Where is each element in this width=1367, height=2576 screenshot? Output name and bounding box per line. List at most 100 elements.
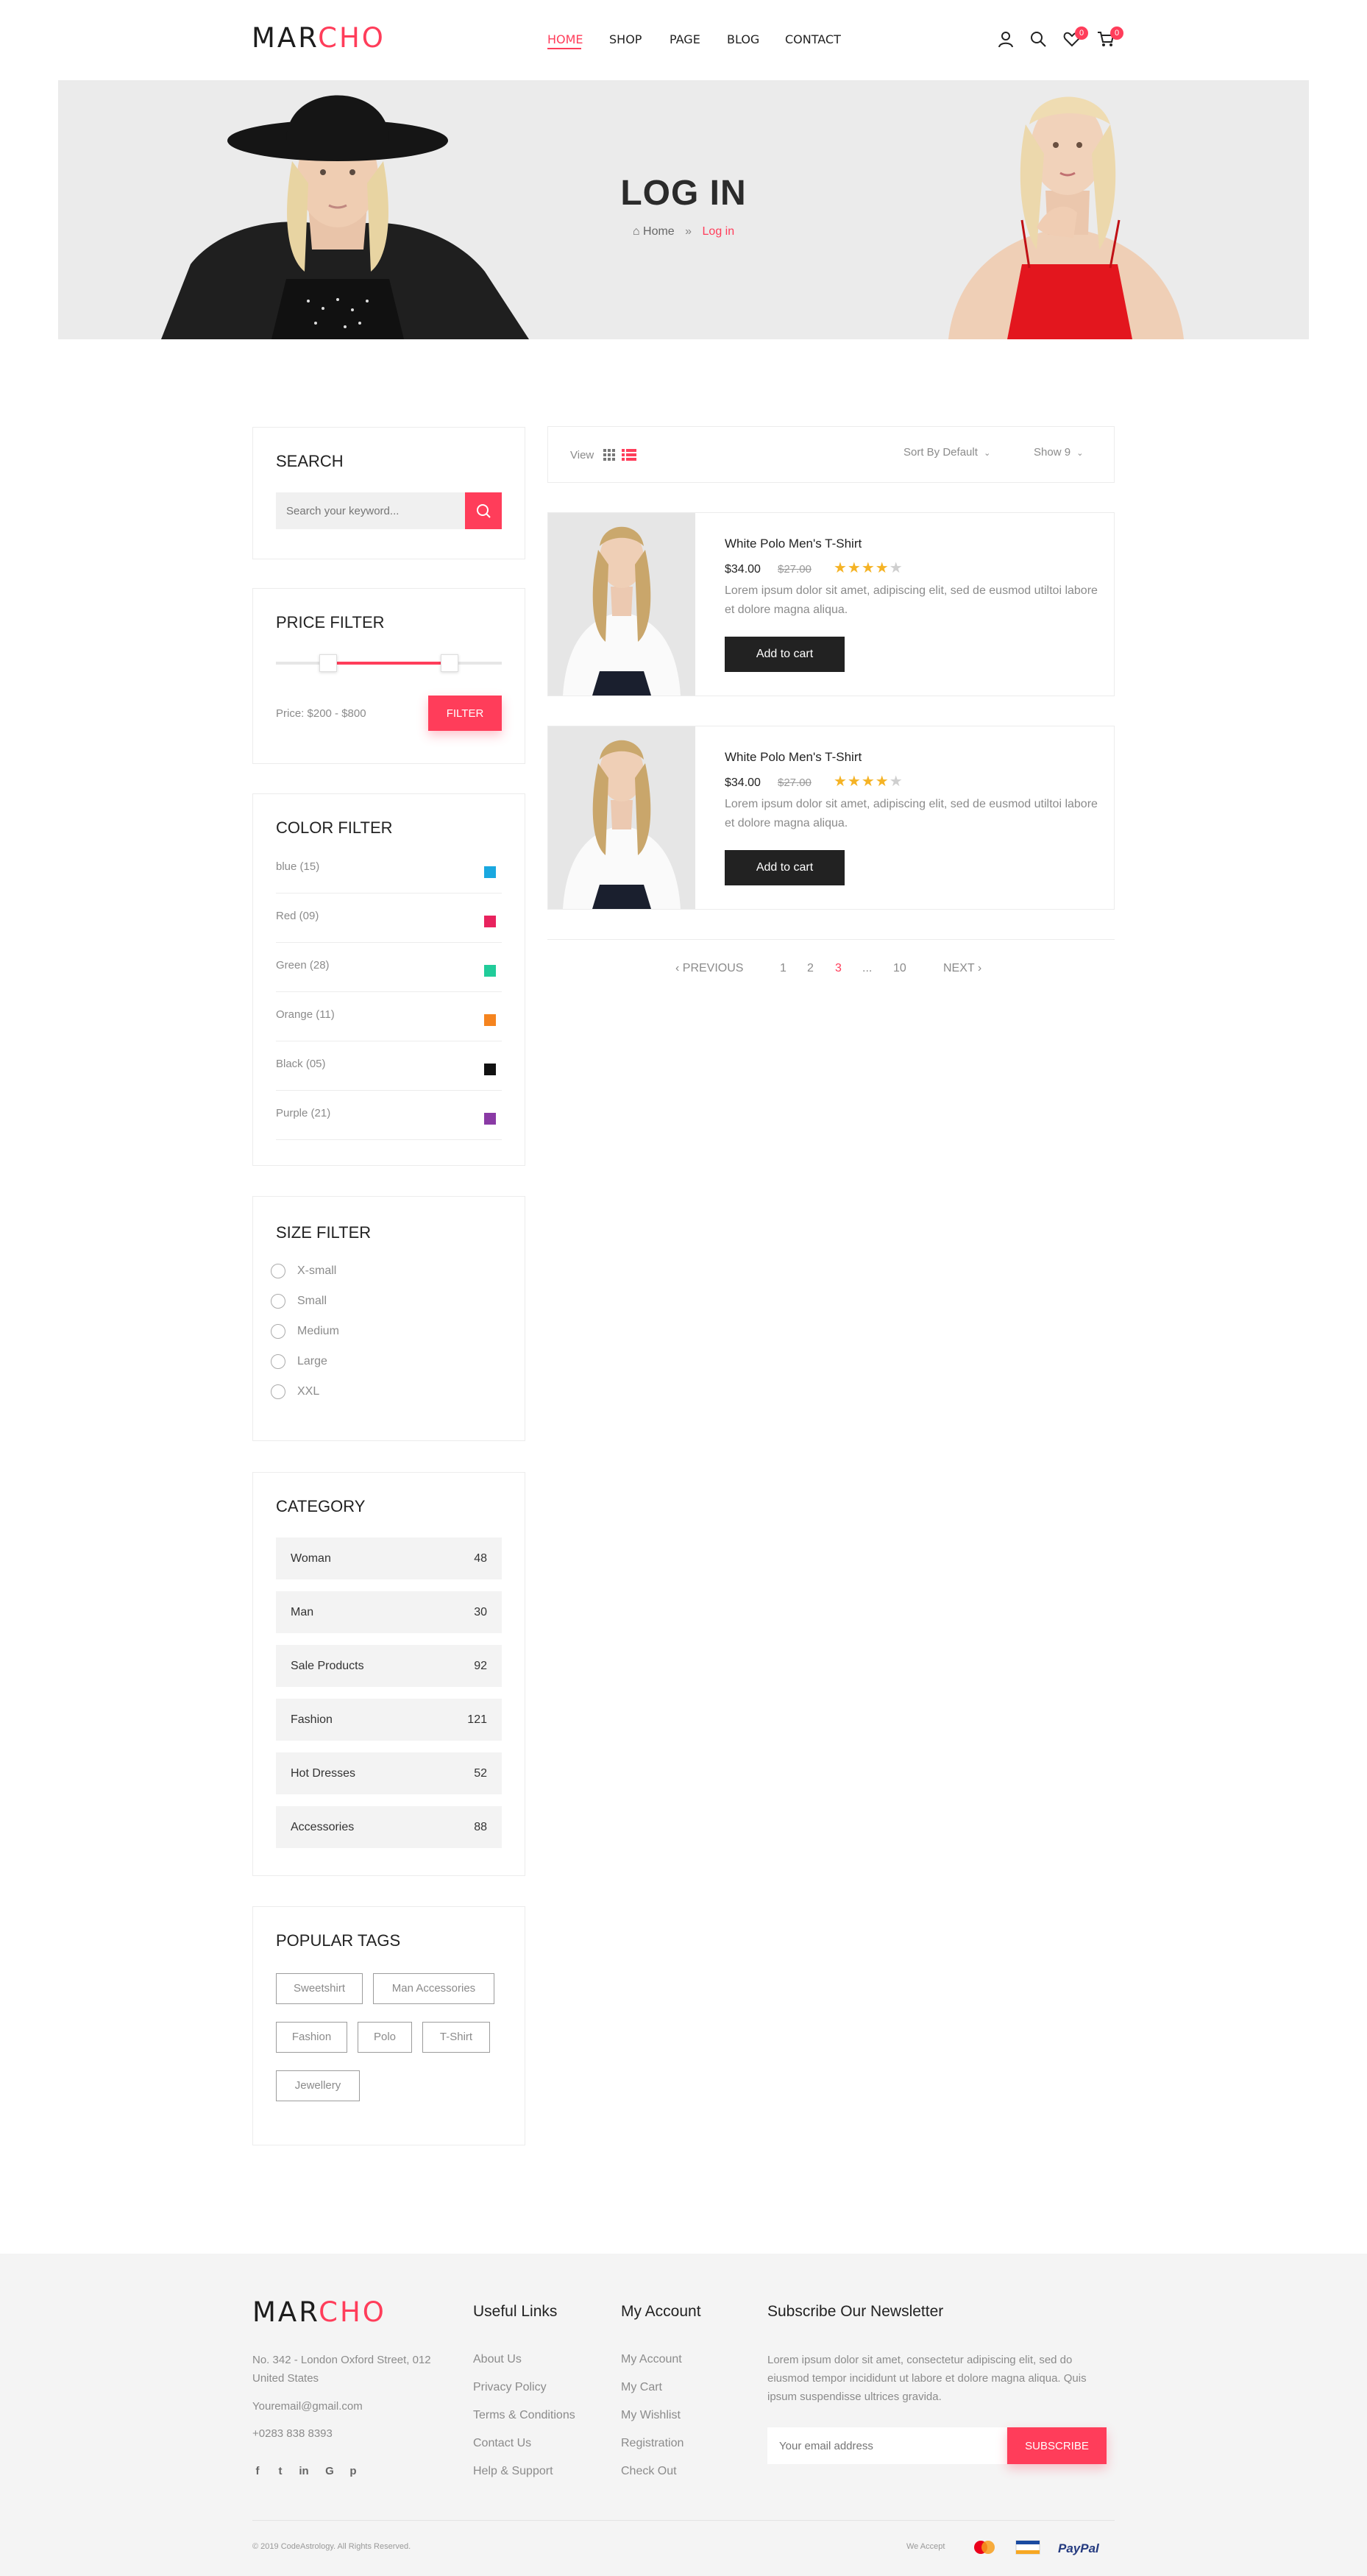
- copyright-text: © 2019 CodeAstrology. All Rights Reserve…: [252, 2542, 411, 2551]
- filter-button[interactable]: FILTER: [428, 696, 502, 731]
- star-empty-icon: ★: [889, 774, 903, 790]
- footer-link[interactable]: My Wishlist: [621, 2409, 681, 2422]
- price-range-min-handle[interactable]: [319, 654, 337, 672]
- category-title: CATEGORY: [276, 1497, 366, 1515]
- pagination-page[interactable]: 10: [893, 962, 906, 975]
- tag-item[interactable]: T-Shirt: [422, 2022, 490, 2053]
- page-hero: LOG IN ⌂ Home » Log in: [58, 80, 1309, 339]
- newsletter-text: Lorem ipsum dolor sit amet, consectetur …: [767, 2354, 1087, 2403]
- footer-logo[interactable]: MARCHO: [252, 2296, 386, 2328]
- tag-item[interactable]: Man Accessories: [373, 1973, 494, 2004]
- product-image[interactable]: [548, 726, 695, 909]
- product-description: Lorem ipsum dolor sit amet, adipiscing e…: [725, 798, 1098, 829]
- pinterest-icon[interactable]: p: [346, 2465, 361, 2480]
- pagination-page[interactable]: 1: [780, 962, 787, 975]
- product-title[interactable]: White Polo Men's T-Shirt: [725, 537, 862, 551]
- pagination-prev[interactable]: ‹ PREVIOUS: [675, 962, 743, 975]
- price-filter-widget: PRICE FILTER Price: $200 - $800 FILTER: [252, 588, 525, 764]
- footer-link[interactable]: Privacy Policy: [473, 2381, 547, 2394]
- category-item-label: Woman: [291, 1552, 331, 1565]
- list-view-icon[interactable]: [622, 448, 636, 461]
- radio-button[interactable]: [271, 1354, 285, 1369]
- nav-blog[interactable]: BLOG: [727, 32, 759, 46]
- chevron-down-icon: ⌄: [1076, 449, 1084, 458]
- category-item[interactable]: Fashion 121: [276, 1699, 502, 1741]
- nav-home[interactable]: HOME: [547, 32, 583, 46]
- category-item[interactable]: Man 30: [276, 1591, 502, 1633]
- category-item-count: 92: [474, 1660, 487, 1672]
- nav-active-underline: [547, 48, 581, 49]
- radio-button[interactable]: [271, 1384, 285, 1399]
- radio-button[interactable]: [271, 1264, 285, 1278]
- tag-item[interactable]: Fashion: [276, 2022, 347, 2053]
- footer-link[interactable]: Help & Support: [473, 2465, 553, 2478]
- category-item[interactable]: Hot Dresses 52: [276, 1752, 502, 1794]
- tag-item[interactable]: Jewellery: [276, 2070, 360, 2101]
- radio-button[interactable]: [271, 1294, 285, 1309]
- category-item[interactable]: Sale Products 92: [276, 1645, 502, 1687]
- add-to-cart-button[interactable]: Add to cart: [725, 637, 845, 672]
- google-icon[interactable]: G: [322, 2465, 337, 2480]
- tag-item[interactable]: Sweetshirt: [276, 1973, 363, 2004]
- tag-item[interactable]: Polo: [358, 2022, 412, 2053]
- twitter-icon[interactable]: t: [273, 2465, 288, 2480]
- price-filter-title: PRICE FILTER: [276, 613, 385, 631]
- pagination-ellipsis: ...: [862, 962, 873, 974]
- footer-link[interactable]: Check Out: [621, 2465, 677, 2478]
- product-title[interactable]: White Polo Men's T-Shirt: [725, 750, 862, 765]
- product-card[interactable]: White Polo Men's T-Shirt $34.00 $27.00 ★…: [547, 512, 1115, 696]
- color-option-label: blue (15): [276, 860, 320, 873]
- pagination-divider: [547, 939, 1115, 940]
- grid-view-icon[interactable]: [603, 448, 616, 461]
- search-widget: SEARCH: [252, 427, 525, 559]
- footer-link[interactable]: My Cart: [621, 2381, 662, 2394]
- product-old-price: $27.00: [778, 563, 812, 576]
- color-option[interactable]: Purple (21): [276, 1091, 502, 1140]
- color-option[interactable]: Black (05): [276, 1041, 502, 1091]
- nav-contact[interactable]: CONTACT: [785, 32, 841, 46]
- subscribe-button[interactable]: SUBSCRIBE: [1007, 2427, 1107, 2464]
- footer-link[interactable]: My Account: [621, 2353, 682, 2366]
- product-image[interactable]: [548, 513, 695, 696]
- pagination-next[interactable]: NEXT ›: [943, 962, 981, 975]
- category-item[interactable]: Accessories 88: [276, 1806, 502, 1848]
- size-option-label: X-small: [297, 1264, 337, 1277]
- color-option[interactable]: Red (09): [276, 894, 502, 943]
- footer-link[interactable]: Contact Us: [473, 2437, 531, 2450]
- show-select[interactable]: Show 9 ⌄: [1034, 446, 1083, 459]
- add-to-cart-button[interactable]: Add to cart: [725, 850, 845, 885]
- product-rating: ★★★★★: [834, 772, 903, 790]
- color-option[interactable]: Green (28): [276, 943, 502, 992]
- sort-select[interactable]: Sort By Default ⌄: [903, 446, 990, 459]
- search-button[interactable]: [465, 492, 502, 529]
- chevron-down-icon: ⌄: [984, 449, 991, 458]
- color-option[interactable]: blue (15): [276, 844, 502, 894]
- nav-shop[interactable]: SHOP: [609, 32, 642, 46]
- chevron-left-icon: ‹: [675, 962, 683, 974]
- category-item[interactable]: Woman 48: [276, 1538, 502, 1579]
- pagination-page[interactable]: 2: [807, 962, 814, 975]
- footer-email[interactable]: Youremail@gmail.com: [252, 2397, 363, 2416]
- color-option[interactable]: Orange (11): [276, 992, 502, 1041]
- product-price: $34.00: [725, 563, 761, 576]
- size-option-label: XXL: [297, 1385, 320, 1398]
- search-input[interactable]: [276, 492, 466, 529]
- footer-link[interactable]: Terms & Conditions: [473, 2409, 575, 2422]
- facebook-icon[interactable]: f: [250, 2465, 265, 2480]
- product-card[interactable]: White Polo Men's T-Shirt $34.00 $27.00 ★…: [547, 726, 1115, 910]
- nav-page[interactable]: PAGE: [670, 32, 700, 46]
- color-swatch: [484, 1064, 496, 1075]
- color-filter-widget: COLOR FILTER blue (15) Red (09) Green (2…: [252, 793, 525, 1166]
- site-logo[interactable]: MARCHO: [252, 22, 386, 54]
- linkedin-icon[interactable]: in: [297, 2465, 311, 2480]
- pagination-prev-label: PREVIOUS: [682, 962, 744, 974]
- footer-link[interactable]: Registration: [621, 2437, 684, 2450]
- user-icon[interactable]: [996, 29, 1015, 49]
- footer-link[interactable]: About Us: [473, 2353, 522, 2366]
- radio-button[interactable]: [271, 1324, 285, 1339]
- newsletter-email-input[interactable]: [767, 2427, 1006, 2464]
- breadcrumb-home[interactable]: Home: [643, 225, 675, 238]
- search-icon[interactable]: [1029, 29, 1048, 49]
- pagination-page-active[interactable]: 3: [835, 962, 842, 975]
- price-range-max-handle[interactable]: [441, 654, 459, 672]
